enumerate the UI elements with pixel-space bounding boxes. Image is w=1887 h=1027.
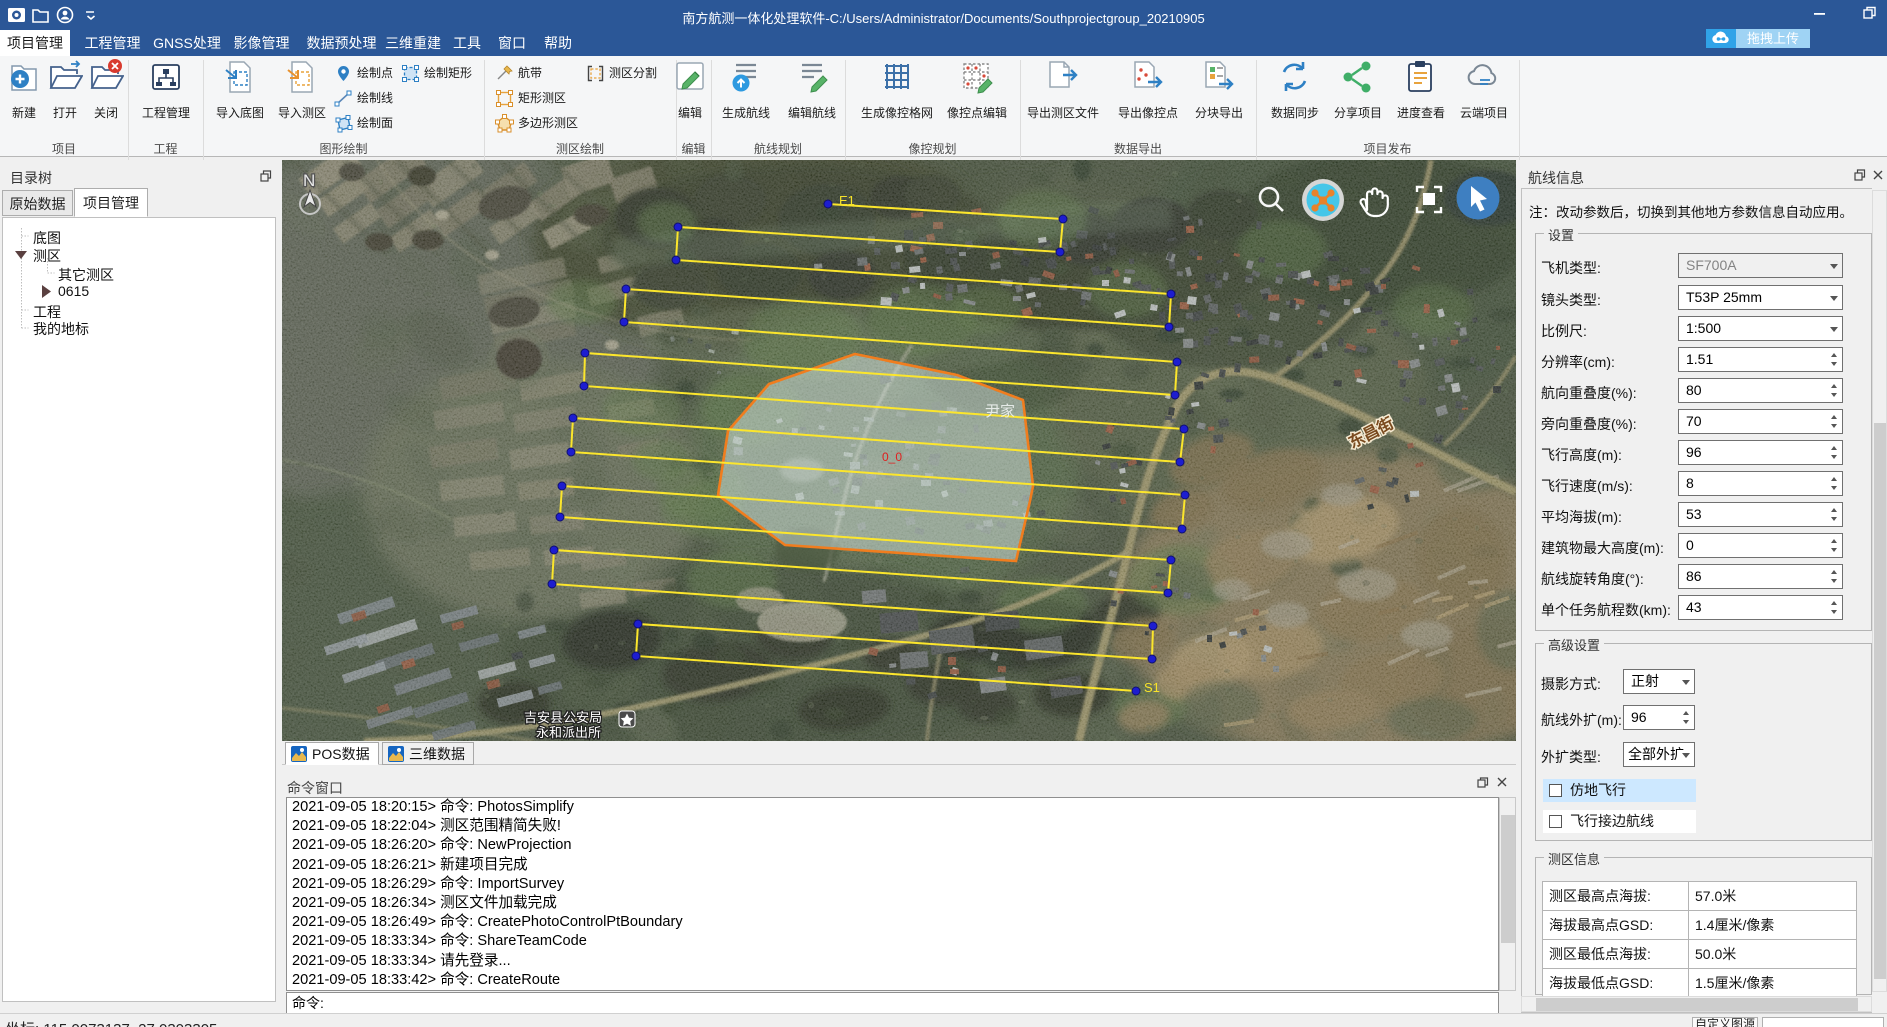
svg-text:N: N — [303, 171, 315, 190]
svg-text:尹家: 尹家 — [985, 403, 1015, 420]
svg-text:E1: E1 — [839, 193, 855, 208]
svg-text:S1: S1 — [1144, 680, 1160, 695]
svg-text:0_0: 0_0 — [882, 450, 902, 464]
svg-text:永和派出所: 永和派出所 — [536, 725, 601, 740]
svg-text:吉安县公安局: 吉安县公安局 — [524, 710, 602, 725]
